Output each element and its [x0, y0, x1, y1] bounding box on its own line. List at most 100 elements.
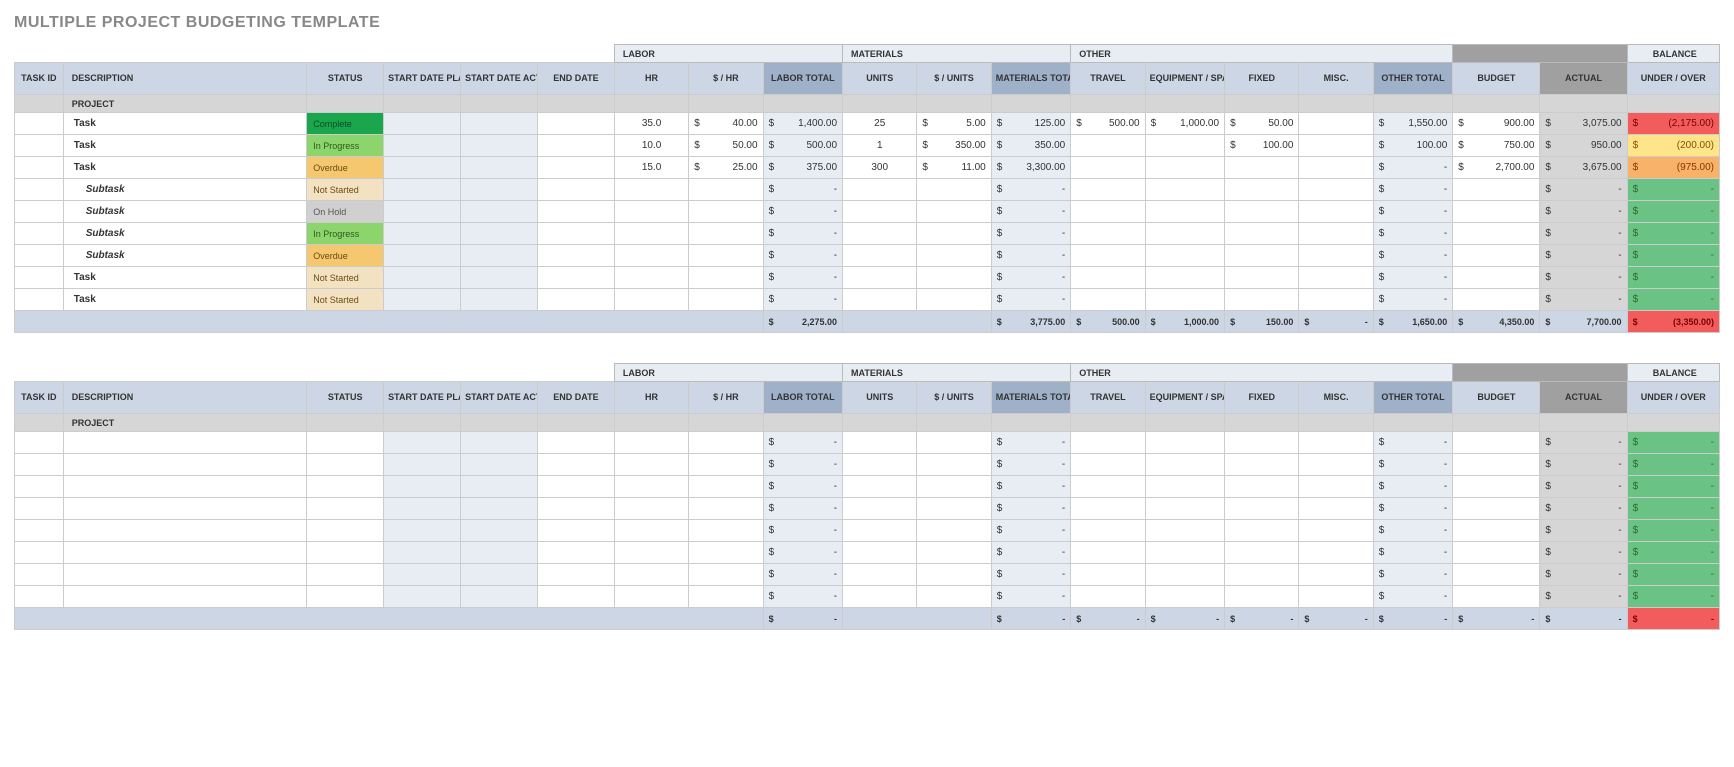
cell-misc[interactable] [1299, 289, 1373, 311]
cell-start-actual[interactable] [461, 223, 538, 245]
cell-task-id[interactable] [15, 113, 64, 135]
cell-rate[interactable] [689, 201, 763, 223]
cell-task-id[interactable] [15, 476, 64, 498]
cell-misc[interactable] [1299, 498, 1373, 520]
cell-start-planned[interactable] [384, 586, 461, 608]
cell-status[interactable]: Not Started [307, 179, 384, 201]
cell-unit-cost[interactable] [917, 179, 991, 201]
cell-hr[interactable] [614, 267, 688, 289]
cell-fixed[interactable] [1225, 498, 1299, 520]
cell-start-actual[interactable] [461, 245, 538, 267]
cell-equip[interactable] [1145, 564, 1224, 586]
cell-budget[interactable] [1453, 432, 1540, 454]
cell-description[interactable] [63, 454, 307, 476]
cell-unit-cost[interactable] [917, 542, 991, 564]
cell-start-actual[interactable] [461, 586, 538, 608]
cell-units[interactable] [843, 476, 917, 498]
cell-hr[interactable] [614, 245, 688, 267]
cell-units[interactable]: 1 [843, 135, 917, 157]
cell-unit-cost[interactable] [917, 267, 991, 289]
cell-end-date[interactable] [537, 432, 614, 454]
cell-end-date[interactable] [537, 498, 614, 520]
cell-hr[interactable] [614, 432, 688, 454]
cell-hr[interactable] [614, 498, 688, 520]
cell-hr[interactable] [614, 542, 688, 564]
cell-task-id[interactable] [15, 564, 64, 586]
cell-equip[interactable] [1145, 223, 1224, 245]
cell-status[interactable] [307, 586, 384, 608]
cell-travel[interactable] [1071, 135, 1145, 157]
cell-fixed[interactable] [1225, 542, 1299, 564]
cell-start-planned[interactable] [384, 267, 461, 289]
cell-travel[interactable] [1071, 454, 1145, 476]
cell-start-planned[interactable] [384, 179, 461, 201]
cell-start-actual[interactable] [461, 267, 538, 289]
cell-travel[interactable] [1071, 432, 1145, 454]
cell-fixed[interactable] [1225, 432, 1299, 454]
cell-fixed[interactable] [1225, 223, 1299, 245]
cell-units[interactable] [843, 564, 917, 586]
cell-description[interactable]: Subtask [63, 245, 307, 267]
cell-equip[interactable] [1145, 135, 1224, 157]
cell-description[interactable]: Subtask [63, 223, 307, 245]
cell-status[interactable]: Overdue [307, 245, 384, 267]
cell-end-date[interactable] [537, 245, 614, 267]
cell-budget[interactable] [1453, 179, 1540, 201]
cell-start-planned[interactable] [384, 223, 461, 245]
cell-units[interactable] [843, 586, 917, 608]
cell-misc[interactable] [1299, 223, 1373, 245]
cell-fixed[interactable]: $100.00 [1225, 135, 1299, 157]
cell-fixed[interactable] [1225, 454, 1299, 476]
cell-unit-cost[interactable] [917, 289, 991, 311]
cell-travel[interactable] [1071, 157, 1145, 179]
cell-end-date[interactable] [537, 179, 614, 201]
cell-misc[interactable] [1299, 586, 1373, 608]
cell-travel[interactable] [1071, 223, 1145, 245]
cell-rate[interactable] [689, 454, 763, 476]
cell-misc[interactable] [1299, 113, 1373, 135]
cell-units[interactable] [843, 432, 917, 454]
cell-equip[interactable] [1145, 157, 1224, 179]
cell-end-date[interactable] [537, 201, 614, 223]
cell-task-id[interactable] [15, 289, 64, 311]
cell-unit-cost[interactable] [917, 564, 991, 586]
cell-end-date[interactable] [537, 564, 614, 586]
cell-rate[interactable] [689, 520, 763, 542]
cell-fixed[interactable]: $50.00 [1225, 113, 1299, 135]
cell-status[interactable] [307, 432, 384, 454]
cell-budget[interactable]: $2,700.00 [1453, 157, 1540, 179]
cell-unit-cost[interactable] [917, 476, 991, 498]
cell-misc[interactable] [1299, 179, 1373, 201]
cell-description[interactable] [63, 520, 307, 542]
cell-start-actual[interactable] [461, 520, 538, 542]
cell-units[interactable]: 300 [843, 157, 917, 179]
cell-misc[interactable] [1299, 476, 1373, 498]
cell-equip[interactable] [1145, 201, 1224, 223]
cell-rate[interactable] [689, 245, 763, 267]
cell-units[interactable] [843, 520, 917, 542]
cell-unit-cost[interactable] [917, 520, 991, 542]
cell-start-planned[interactable] [384, 113, 461, 135]
cell-travel[interactable] [1071, 245, 1145, 267]
cell-misc[interactable] [1299, 267, 1373, 289]
cell-misc[interactable] [1299, 564, 1373, 586]
cell-fixed[interactable] [1225, 564, 1299, 586]
cell-task-id[interactable] [15, 245, 64, 267]
cell-units[interactable] [843, 223, 917, 245]
cell-units[interactable] [843, 201, 917, 223]
cell-start-actual[interactable] [461, 476, 538, 498]
cell-misc[interactable] [1299, 542, 1373, 564]
cell-budget[interactable] [1453, 267, 1540, 289]
cell-equip[interactable] [1145, 245, 1224, 267]
cell-end-date[interactable] [537, 157, 614, 179]
cell-task-id[interactable] [15, 223, 64, 245]
cell-description[interactable] [63, 498, 307, 520]
cell-fixed[interactable] [1225, 289, 1299, 311]
cell-fixed[interactable] [1225, 245, 1299, 267]
cell-rate[interactable] [689, 432, 763, 454]
cell-start-planned[interactable] [384, 498, 461, 520]
cell-misc[interactable] [1299, 201, 1373, 223]
cell-hr[interactable]: 15.0 [614, 157, 688, 179]
cell-start-planned[interactable] [384, 476, 461, 498]
cell-description[interactable] [63, 476, 307, 498]
